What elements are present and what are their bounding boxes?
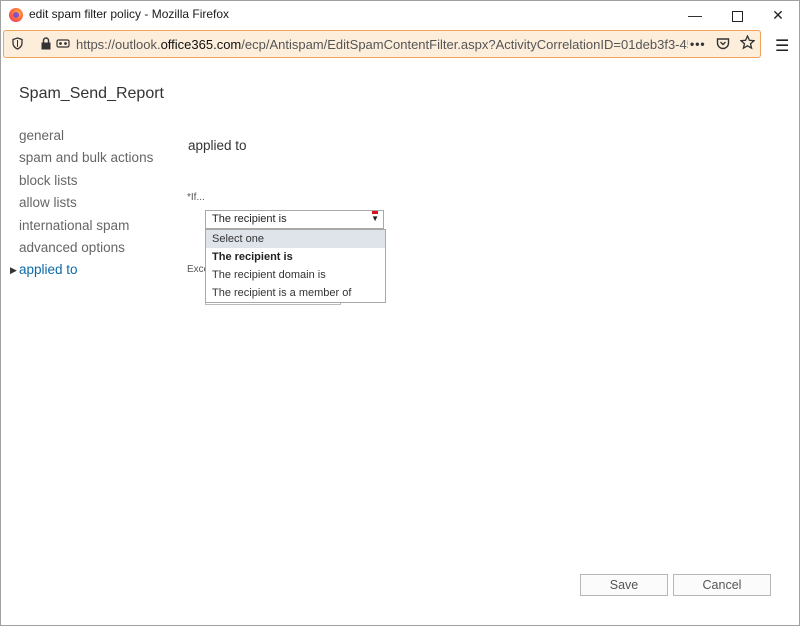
- dropdown-option-recipient-domain-is[interactable]: The recipient domain is: [206, 266, 385, 284]
- nav-item-applied-to[interactable]: ▶ applied to: [10, 259, 153, 281]
- url-path: /ecp/Antispam/EditSpamContentFilter.aspx…: [241, 37, 688, 52]
- maximize-icon: [731, 10, 743, 22]
- section-heading: applied to: [188, 138, 247, 153]
- nav-item-block-lists[interactable]: block lists: [19, 170, 153, 192]
- url-text[interactable]: https://outlook.office365.com/ecp/Antisp…: [76, 37, 688, 52]
- policy-title: Spam_Send_Report: [19, 85, 164, 102]
- condition-dropdown-list: Select one The recipient is The recipien…: [205, 229, 386, 303]
- minimize-button[interactable]: —: [675, 1, 715, 29]
- nav-item-label: applied to: [19, 262, 78, 278]
- nav-item-advanced-options[interactable]: advanced options: [19, 237, 153, 259]
- tracker-icon[interactable]: [56, 37, 70, 53]
- bookmark-star-icon[interactable]: [739, 34, 756, 54]
- dropdown-arrow-icon[interactable]: ▼: [371, 214, 379, 223]
- condition-select[interactable]: The recipient is ▼: [205, 210, 384, 229]
- pocket-icon[interactable]: [716, 37, 730, 53]
- sidebar-nav: general spam and bulk actions block list…: [10, 125, 153, 282]
- dropdown-option-recipient-is[interactable]: The recipient is: [206, 248, 385, 266]
- nav-item-spam-and-bulk-actions[interactable]: spam and bulk actions: [19, 147, 153, 169]
- shield-icon[interactable]: [12, 37, 23, 53]
- close-window-button[interactable]: ✕: [758, 1, 798, 29]
- browser-window: edit spam filter policy - Mozilla Firefo…: [0, 0, 800, 626]
- nav-item-international-spam[interactable]: international spam: [19, 215, 153, 237]
- save-button[interactable]: Save: [580, 574, 668, 596]
- nav-item-general[interactable]: general: [19, 125, 153, 147]
- hamburger-menu-icon[interactable]: ☰: [775, 36, 789, 56]
- dropdown-option-select-one[interactable]: Select one: [206, 230, 385, 248]
- url-domain: office365.com: [160, 37, 242, 52]
- lock-icon[interactable]: [40, 37, 52, 53]
- condition-select-value: The recipient is: [212, 213, 287, 225]
- active-caret-icon: ▶: [10, 265, 17, 276]
- window-title: edit spam filter policy - Mozilla Firefo…: [29, 7, 230, 21]
- title-bar: edit spam filter policy - Mozilla Firefo…: [1, 1, 799, 29]
- if-condition-label: *If...: [187, 192, 205, 203]
- page-actions-more-icon[interactable]: •••: [690, 37, 706, 51]
- nav-item-allow-lists[interactable]: allow lists: [19, 192, 153, 214]
- dropdown-option-recipient-member-of[interactable]: The recipient is a member of: [206, 284, 385, 302]
- url-prefix: https://outlook.: [76, 37, 161, 52]
- firefox-logo-icon: [9, 8, 23, 22]
- address-bar[interactable]: https://outlook.office365.com/ecp/Antisp…: [3, 30, 761, 58]
- page-content: Spam_Send_Report general spam and bulk a…: [1, 61, 799, 625]
- maximize-button[interactable]: [717, 1, 757, 29]
- cancel-button[interactable]: Cancel: [673, 574, 771, 596]
